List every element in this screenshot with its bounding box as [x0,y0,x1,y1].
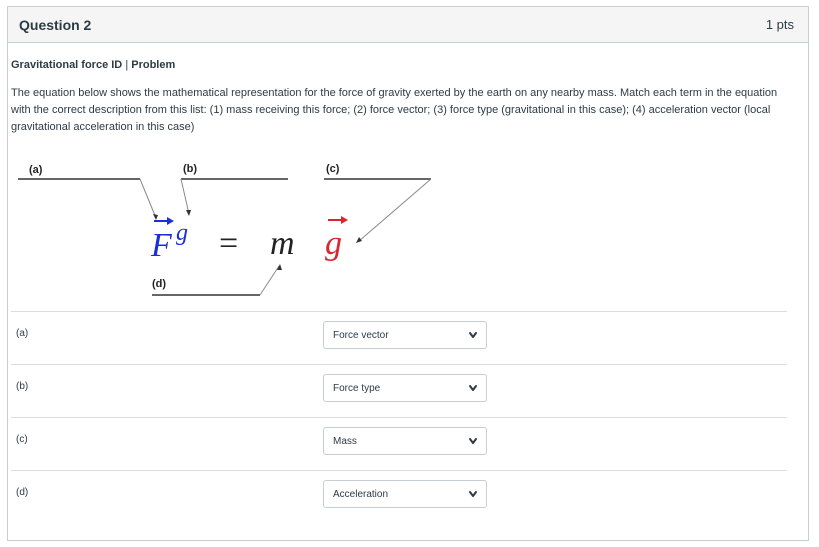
problem-text: The equation below shows the mathematica… [11,87,778,133]
chevron-down-icon [469,332,477,338]
chevron-down-icon [469,385,477,391]
leader-arrow-c [356,237,362,243]
answer-label-a: (a) [16,328,29,339]
answer-select-c[interactable]: Mass [323,427,487,455]
answer-row-b: (b) Force type [11,364,787,417]
leader-line-d [259,265,280,296]
answer-label-d: (d) [16,487,29,498]
answer-label-c: (c) [16,434,28,445]
problem-name: Gravitational force ID [11,59,123,71]
leader-line-a [139,178,157,219]
force-vector-arrow-icon [154,217,174,225]
equation-accel-symbol: g [325,225,342,262]
diagram-label-d: (d) [152,278,166,290]
answer-row-d: (d) Acceleration [11,470,787,523]
answer-select-a[interactable]: Force vector [323,321,487,349]
chevron-down-icon [469,438,477,444]
question-points: 1 pts [765,17,794,32]
answer-select-value-a: Force vector [333,329,389,341]
equation-equals: = [219,225,238,262]
answer-select-d[interactable]: Acceleration [323,480,487,508]
answer-row-a: (a) Force vector [11,311,787,364]
accel-vector-arrow-icon [328,216,348,224]
problem-kind: Problem [131,59,176,71]
subtitle-separator: | [125,59,129,71]
answer-select-value-b: Force type [333,382,381,394]
equation-force-superscript: g [176,220,188,246]
answer-rows: (a) Force vector (b) Force type (c) Mass… [11,311,787,523]
equation-force-symbol: F [150,227,173,264]
answer-select-value-c: Mass [333,435,357,447]
answer-label-b: (b) [16,381,29,392]
leader-line-b [180,178,190,215]
diagram-label-b: (b) [183,163,197,175]
answer-select-value-d: Acceleration [333,488,389,500]
diagram-label-a: (a) [29,164,43,176]
equation-diagram: (a) (b) (c) (d) F g = m g [18,163,432,296]
answer-select-b[interactable]: Force type [323,374,487,402]
question-title: Question 2 [19,16,92,33]
diagram-label-c: (c) [326,163,340,175]
leader-arrow-b [186,210,191,216]
question-header: Question 2 1 pts [8,7,808,43]
problem-subtitle: Gravitational force ID | Problem [11,59,175,71]
leader-arrow-a [153,214,158,220]
equation-mass-symbol: m [270,225,295,262]
chevron-down-icon [469,491,477,497]
leader-line-c [358,178,432,242]
answer-row-c: (c) Mass [11,417,787,470]
